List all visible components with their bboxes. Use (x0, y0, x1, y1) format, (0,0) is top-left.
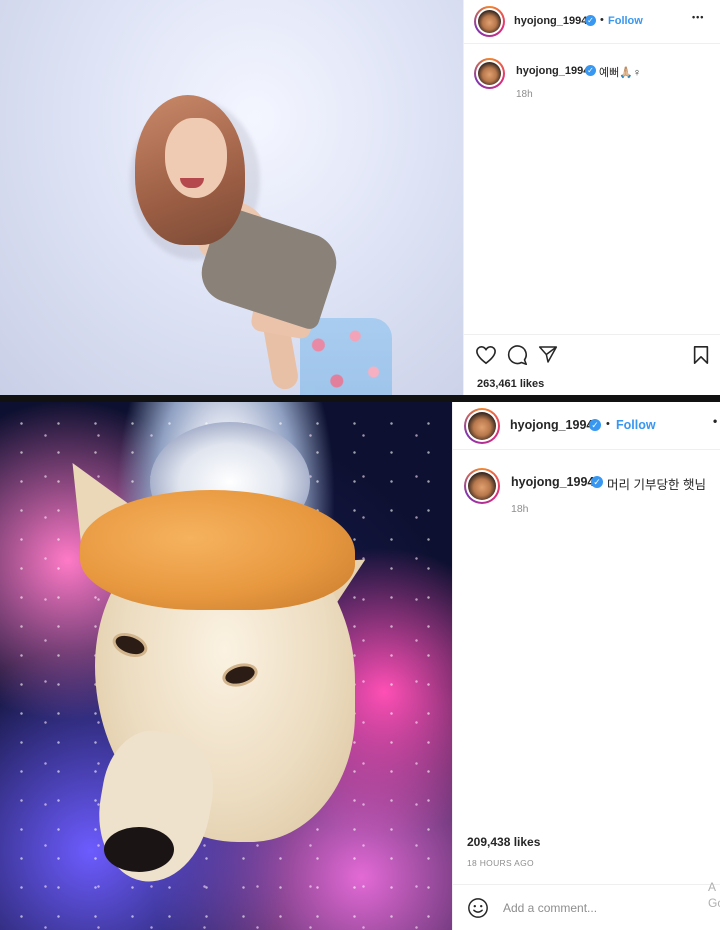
post-sidebar: hyojong_1994 ✓ • Follow ••• hyojong_1994… (463, 0, 720, 395)
heart-icon[interactable] (475, 345, 497, 365)
avatar[interactable] (474, 6, 505, 37)
emoji-icon[interactable] (467, 897, 489, 919)
post-header: hyojong_1994 ✓ • Follow ••• (464, 0, 720, 44)
caption-username[interactable]: hyojong_1994 (511, 475, 594, 489)
bookmark-icon[interactable] (692, 345, 710, 365)
post-time: 18h (511, 503, 529, 515)
follow-button[interactable]: Follow (608, 15, 643, 27)
follow-button[interactable]: Follow (616, 418, 656, 432)
comment-input[interactable]: Add a comment... (503, 901, 597, 915)
instagram-post-2: hyojong_1994 ✓ • Follow • hyojong_1994 ✓… (0, 402, 720, 930)
dog-nose (104, 827, 174, 872)
post-time: 18h (516, 89, 533, 100)
post-header: hyojong_1994 ✓ • Follow • (453, 402, 720, 450)
username[interactable]: hyojong_1994 (514, 15, 587, 27)
more-icon[interactable]: • (713, 414, 718, 428)
instagram-post-1: hyojong_1994 ✓ • Follow ••• hyojong_1994… (0, 0, 720, 395)
caption-text: 예뻐🙏🏼♀ (599, 67, 642, 79)
username[interactable]: hyojong_1994 (510, 418, 593, 432)
verified-icon: ✓ (591, 476, 603, 488)
verified-icon: ✓ (585, 15, 596, 26)
comment-bar: Add a comment... A Go (453, 880, 720, 930)
verified-icon: ✓ (585, 65, 596, 76)
caption-text: 머리 기부당한 햇님 (607, 478, 706, 492)
post-photo-woman[interactable] (0, 0, 463, 395)
more-icon[interactable]: ••• (692, 12, 704, 22)
post-divider (0, 395, 720, 402)
comment-icon[interactable] (507, 345, 528, 366)
separator-dot: • (606, 418, 610, 430)
overflow-text: A Go (708, 880, 720, 910)
photo-skirt (300, 318, 392, 395)
post-sidebar: hyojong_1994 ✓ • Follow • hyojong_1994 ✓… (452, 402, 720, 930)
actions-divider (464, 334, 720, 335)
post-age: 18 HOURS AGO (467, 858, 534, 868)
share-icon[interactable] (538, 345, 558, 364)
caption-username[interactable]: hyojong_1994 (516, 65, 589, 77)
avatar[interactable] (464, 408, 500, 444)
likes-count[interactable]: 209,438 likes (467, 835, 540, 849)
likes-count[interactable]: 263,461 likes (477, 378, 544, 390)
verified-icon: ✓ (589, 419, 601, 431)
caption-avatar[interactable] (464, 468, 500, 504)
separator-dot: • (600, 14, 604, 26)
dog-wig (80, 490, 355, 610)
post-photo-dog-space[interactable] (0, 402, 452, 930)
caption-avatar[interactable] (474, 58, 505, 89)
